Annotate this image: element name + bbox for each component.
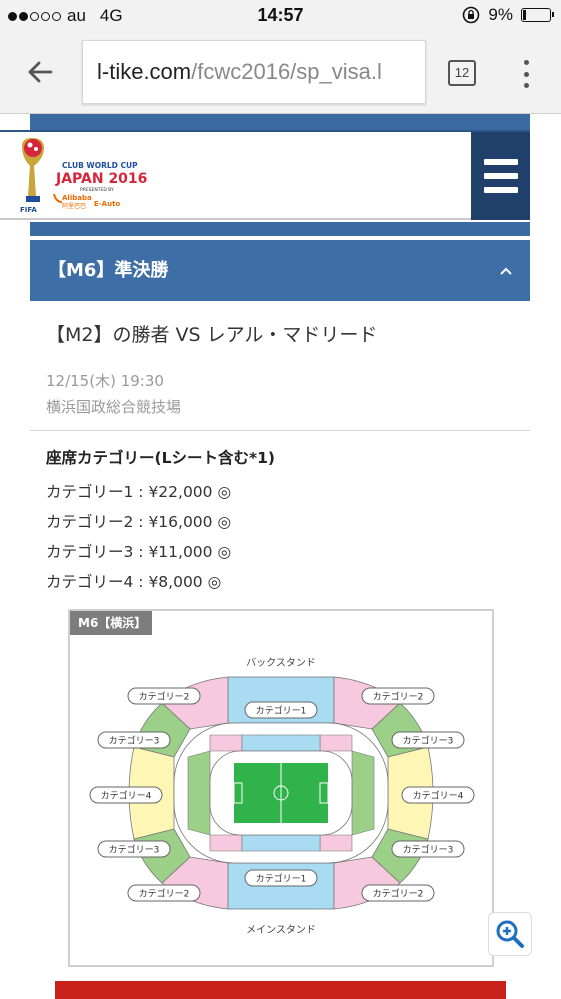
cat1-label-top: カテゴリー1 — [256, 705, 307, 717]
svg-text:PRESENTED BY: PRESENTED BY — [80, 187, 114, 193]
cat1-label-bottom: カテゴリー1 — [256, 873, 307, 885]
back-button[interactable] — [18, 52, 62, 92]
cat3-label-top-right: カテゴリー3 — [403, 735, 454, 747]
svg-text:JAPAN 2016: JAPAN 2016 — [55, 171, 147, 187]
club-world-cup-logo[interactable]: FIFA CLUB WORLD CUP JAPAN 2016 PRESENTED… — [18, 136, 168, 218]
cat2-label-top-right: カテゴリー2 — [373, 691, 424, 703]
cat3-label-bottom-right: カテゴリー3 — [403, 844, 454, 856]
url-path: /fcwc2016/sp_visa.l — [191, 59, 382, 84]
seat-map-tag: M6【横浜】 — [70, 611, 152, 635]
cat2-label-bottom-left: カテゴリー2 — [139, 888, 190, 900]
seat-category-title: 座席カテゴリー(Lシート含む*1) — [46, 449, 275, 467]
status-right: 9% — [462, 5, 554, 25]
header-top-strip — [30, 114, 530, 130]
cat4-label-right: カテゴリー4 — [413, 790, 464, 802]
cat2-label-top-left: カテゴリー2 — [139, 691, 190, 703]
price-row: カテゴリー2 : ¥16,000 ◎ — [46, 513, 231, 531]
price-row: カテゴリー4 : ¥8,000 ◎ — [46, 573, 222, 591]
svg-text:FIFA: FIFA — [20, 206, 37, 214]
svg-text:CLUB WORLD CUP: CLUB WORLD CUP — [62, 161, 138, 170]
battery-icon — [521, 8, 554, 22]
match-title: 【M2】の勝者 VS レアル・マドリード — [46, 324, 378, 346]
price-row: カテゴリー1 : ¥22,000 ◎ — [46, 483, 231, 501]
battery-percent: 9% — [488, 5, 513, 24]
section-header[interactable]: 【M6】準決勝 — [30, 240, 530, 301]
section-title: 【M6】準決勝 — [48, 260, 169, 281]
match-venue: 横浜国政総合競技場 — [46, 398, 182, 416]
svg-text:E-Auto: E-Auto — [94, 200, 120, 208]
hamburger-icon — [483, 159, 518, 165]
rotation-lock-icon — [463, 6, 480, 24]
svg-text:Alibaba: Alibaba — [62, 194, 92, 202]
url-bar[interactable]: l-tike.com/fcwc2016/sp_visa.l — [82, 40, 426, 104]
divider — [30, 430, 530, 431]
seat-map[interactable]: M6【横浜】 バックスタンド メインスタンド カテゴリー2 カテゴリー2 カテゴ… — [68, 609, 494, 967]
stadium-diagram: バックスタンド メインスタンド カテゴリー2 カテゴリー2 カテゴリー1 カテゴ… — [89, 657, 475, 936]
main-stand-label: メインスタンド — [246, 924, 316, 936]
back-stand-label: バックスタンド — [246, 657, 316, 669]
cat2-label-bottom-right: カテゴリー2 — [373, 888, 424, 900]
zoom-button[interactable] — [488, 912, 532, 956]
cat3-label-top-left: カテゴリー3 — [109, 735, 160, 747]
cat3-label-bottom-left: カテゴリー3 — [109, 844, 160, 856]
chevron-up-icon[interactable] — [498, 240, 514, 301]
site-header: FIFA CLUB WORLD CUP JAPAN 2016 PRESENTED… — [0, 130, 530, 220]
browser-toolbar: l-tike.com/fcwc2016/sp_visa.l 12 — [0, 32, 561, 114]
price-list: カテゴリー1 : ¥22,000 ◎ カテゴリー2 : ¥16,000 ◎ カテ… — [46, 481, 231, 601]
header-bottom-strip — [30, 222, 530, 236]
zoom-in-icon — [496, 920, 524, 948]
back-arrow-icon — [28, 61, 53, 83]
site-menu-button[interactable] — [471, 132, 530, 220]
action-button-bar[interactable] — [55, 981, 506, 999]
tab-switcher-button[interactable]: 12 — [448, 60, 476, 86]
svg-text:阿里巴巴: 阿里巴巴 — [62, 202, 86, 210]
price-row: カテゴリー3 : ¥11,000 ◎ — [46, 543, 231, 561]
browser-menu-button[interactable] — [516, 58, 536, 90]
status-bar: au 4G 14:57 9% — [0, 0, 561, 32]
url-host: l-tike.com — [97, 59, 192, 84]
match-date: 12/15(木) 19:30 — [46, 372, 164, 390]
cat4-label-left: カテゴリー4 — [101, 790, 152, 802]
